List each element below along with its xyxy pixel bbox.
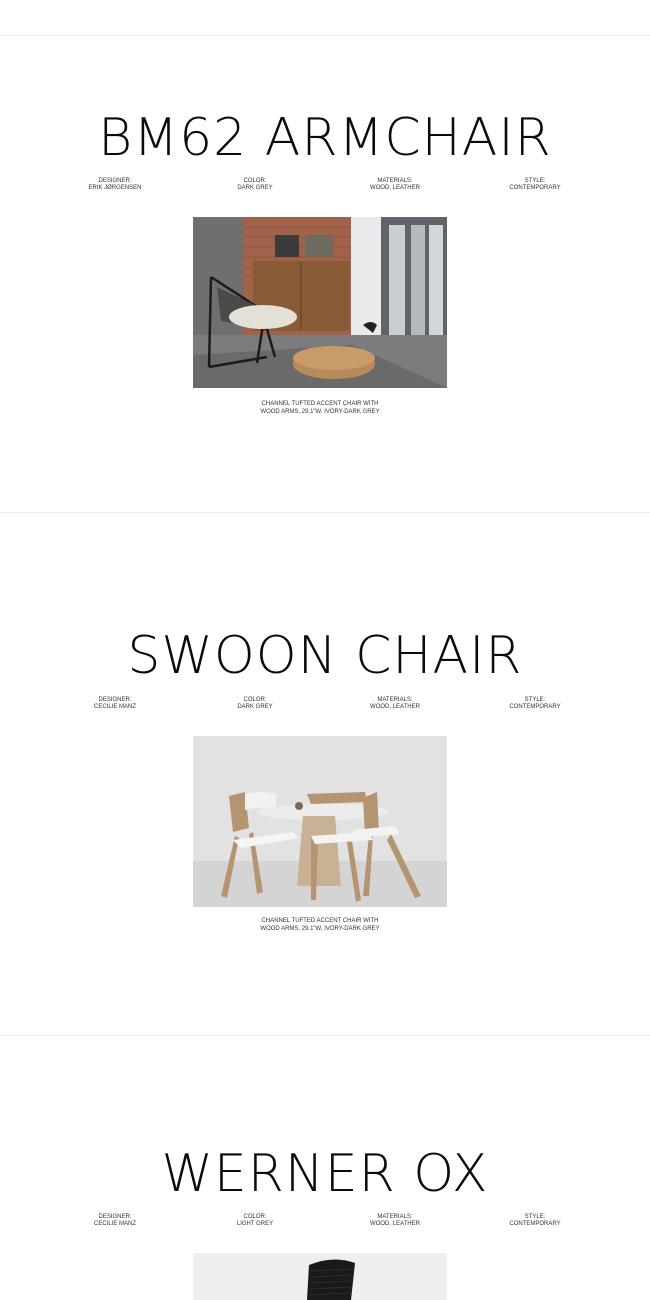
spec-value: DARK GREY: [237, 185, 273, 191]
spec-label: STYLE:: [524, 178, 546, 184]
spec-value: CONTEMPORARY: [509, 185, 561, 191]
spec-value: CECILIE MANZ: [93, 704, 136, 710]
spec-label: MATERIALS:: [377, 178, 413, 184]
spec-label: DESIGNER:: [98, 1214, 132, 1220]
spec-color: COLOR: LIGHT GREY: [200, 1214, 310, 1228]
spec-label: STYLE:: [524, 697, 546, 703]
section-divider: [0, 512, 650, 513]
product-specs: DESIGNER: CECILIE MANZ COLOR: LIGHT GREY M…: [60, 1214, 590, 1228]
product-specs: DESIGNER: CECILIE MANZ COLOR: DARK GREY MA…: [60, 697, 590, 711]
product-title: SWOON CHAIR: [127, 626, 523, 686]
product-title: BM62 ARMCHAIR: [98, 108, 552, 168]
spec-materials: MATERIALS: WOOD, LEATHER: [340, 1214, 450, 1228]
product-caption: CHANNEL TUFTED ACCENT CHAIR WITH WOOD AR…: [260, 918, 380, 932]
product-caption: CHANNEL TUFTED ACCENT CHAIR WITH WOOD AR…: [260, 401, 380, 415]
product-listing-page: BM62 ARMCHAIR DESIGNER: ERIK JØRGENSEN CO…: [0, 0, 650, 1300]
spec-color: COLOR: DARK GREY: [200, 697, 310, 711]
spec-label: COLOR:: [243, 178, 267, 184]
armchair-room-image: [193, 217, 447, 388]
spec-designer: DESIGNER: CECILIE MANZ: [60, 697, 170, 711]
spec-designer: DESIGNER: CECILIE MANZ: [60, 1214, 170, 1228]
spec-value: WOOD, LEATHER: [370, 704, 420, 710]
spec-value: WOOD, LEATHER: [370, 1221, 420, 1227]
spec-label: MATERIALS:: [377, 697, 413, 703]
spec-style: STYLE: CONTEMPORARY: [480, 697, 590, 711]
product-photo[interactable]: [193, 217, 447, 388]
spec-materials: MATERIALS: WOOD, LEATHER: [340, 178, 450, 192]
spec-value: DARK GREY: [237, 704, 273, 710]
product-photo[interactable]: [193, 1253, 447, 1300]
section-divider: [0, 1035, 650, 1036]
spec-designer: DESIGNER: ERIK JØRGENSEN: [60, 178, 170, 192]
spec-label: STYLE:: [524, 1214, 546, 1220]
spec-color: COLOR: DARK GREY: [200, 178, 310, 192]
spec-value: CONTEMPORARY: [509, 704, 561, 710]
werner-ox-chair-image: [193, 1253, 447, 1300]
spec-label: DESIGNER:: [98, 178, 132, 184]
spec-label: COLOR:: [243, 697, 267, 703]
product-title: WERNER OX: [161, 1144, 489, 1204]
product-photo[interactable]: [193, 736, 447, 907]
spec-style: STYLE: CONTEMPORARY: [480, 1214, 590, 1228]
spec-value: CONTEMPORARY: [509, 1221, 561, 1227]
spec-style: STYLE: CONTEMPORARY: [480, 178, 590, 192]
spec-value: WOOD, LEATHER: [370, 185, 420, 191]
dining-chairs-image: [193, 736, 447, 907]
product-specs: DESIGNER: ERIK JØRGENSEN COLOR: DARK GREY …: [60, 178, 590, 192]
spec-value: CECILIE MANZ: [93, 1221, 136, 1227]
spec-value: LIGHT GREY: [236, 1221, 274, 1227]
spec-materials: MATERIALS: WOOD, LEATHER: [340, 697, 450, 711]
spec-label: MATERIALS:: [377, 1214, 413, 1220]
spec-label: DESIGNER:: [98, 697, 132, 703]
spec-value: ERIK JØRGENSEN: [88, 185, 142, 191]
section-divider: [0, 35, 650, 36]
spec-label: COLOR:: [243, 1214, 267, 1220]
